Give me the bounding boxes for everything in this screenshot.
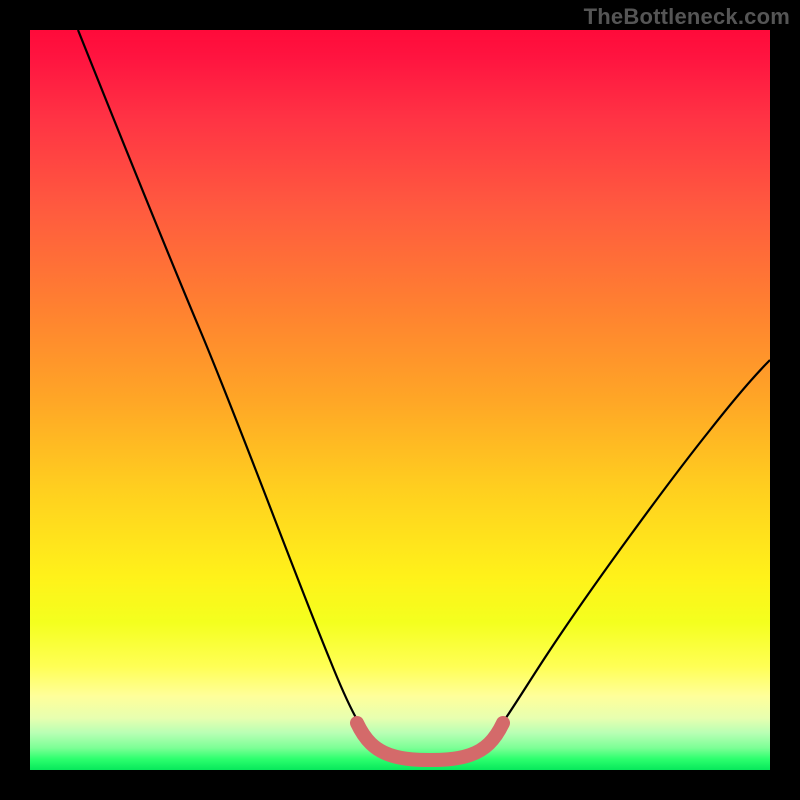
chart-frame: TheBottleneck.com — [0, 0, 800, 800]
highlight-band — [357, 723, 503, 760]
bottleneck-curve — [78, 30, 770, 760]
watermark-text: TheBottleneck.com — [584, 4, 790, 30]
curve-layer — [30, 30, 770, 770]
plot-area — [30, 30, 770, 770]
